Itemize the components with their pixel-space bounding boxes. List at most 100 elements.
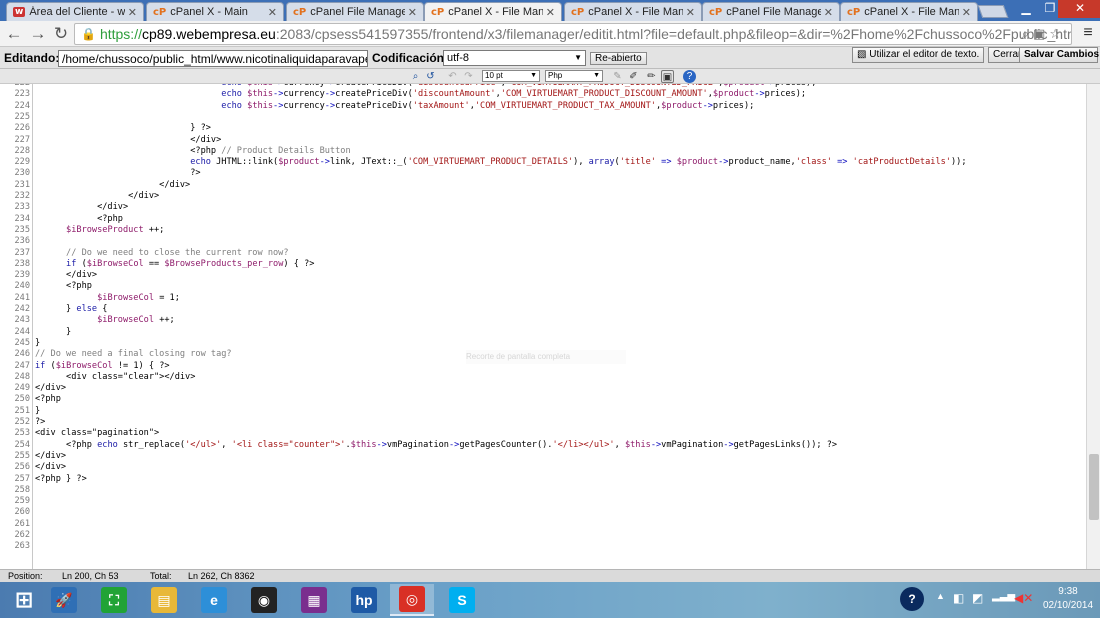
new-tab-button[interactable] [977,5,1009,18]
encoding-label: Codificación: [372,51,449,65]
use-text-editor-button[interactable]: ▧ Utilizar el editor de texto. [852,47,985,63]
code-line[interactable]: 239 </div> [0,270,1085,281]
reopen-button[interactable]: Re-abierto [590,52,647,65]
vertical-scrollbar[interactable] [1086,84,1100,569]
code-line[interactable]: 238 if ($iBrowseCol == $BrowseProducts_p… [0,259,1085,270]
code-line[interactable]: 250 <?php [0,394,1085,405]
wand-icon[interactable]: ✎ [611,70,624,83]
file-path-field[interactable]: /home/chussoco/public_html/www.nicotinal… [58,50,368,67]
code-line[interactable]: 252 ?> [0,417,1085,428]
code-line[interactable]: 231 </div> [0,180,1085,191]
code-line[interactable]: 256 </div> [0,462,1085,473]
browser-tab[interactable]: cPcPanel File Manager v✕ [286,2,424,21]
browser-tab[interactable]: cP cPanel X - Main ✕ [146,2,284,21]
taskbar-ie-button[interactable]: e [192,584,236,616]
volume-muted-icon[interactable]: ◀✕ [1014,591,1033,605]
close-tab-icon[interactable]: ✕ [128,6,137,19]
browser-tab[interactable]: cPcPanel File Manager v✕ [702,2,840,21]
scrollbar-thumb[interactable] [1089,454,1099,520]
code-line[interactable]: 254 <?php echo str_replace('</ul>', '<li… [0,440,1085,451]
code-line[interactable]: 262 [0,530,1085,541]
code-line[interactable]: 228 <?php // Product Details Button [0,146,1085,157]
code-line[interactable]: 261 [0,519,1085,530]
forward-arrow-icon[interactable]: → [28,24,48,44]
highlight-icon[interactable]: ✐ [627,70,640,83]
taskbar-chrome-button[interactable]: ◎ [390,584,434,616]
system-clock[interactable]: 9:38 02/10/2014 [1038,585,1098,613]
close-tab-icon[interactable]: ✕ [408,6,417,19]
code-line[interactable]: 253 <div class="pagination"> [0,428,1085,439]
code-line[interactable]: 258 [0,485,1085,496]
code-line[interactable]: 244 } [0,327,1085,338]
save-changes-button[interactable]: Salvar Cambios [1019,47,1099,63]
address-bar[interactable]: 🔒 https://cp89.webempresa.eu:2083/cpsess… [74,23,1072,45]
fullscreen-icon[interactable]: ▣ [661,70,674,83]
code-line[interactable]: 226 } ?> [0,123,1085,134]
close-tab-icon[interactable]: ✕ [546,6,555,19]
code-line[interactable]: 251} [0,406,1085,417]
close-tab-icon[interactable]: ✕ [824,6,833,19]
code-line[interactable]: 225 [0,112,1085,123]
taskbar-explorer-button[interactable]: ▤ [142,584,186,616]
page-action-icons[interactable]: ⌕▣☆ [1022,26,1065,42]
code-line[interactable]: 233 </div> [0,202,1085,213]
redo-icon[interactable]: ↷ [462,70,475,83]
taskbar-media-button[interactable]: ◉ [242,584,286,616]
browser-tab[interactable]: cPcPanel X - File Manag✕ [840,2,978,21]
close-window-button[interactable]: ✕ [1058,0,1100,18]
search-icon[interactable]: ⌕ [409,70,422,83]
skype-icon: S [449,587,475,613]
chrome-menu-icon[interactable]: ≡ [1078,24,1098,44]
signal-icon[interactable]: ▂▃▅ [992,591,1015,602]
code-editor[interactable]: 222 echo $this->currency->createPriceDiv… [0,84,1100,569]
code-line[interactable]: 245} [0,338,1085,349]
app-tray-icon[interactable]: ◩ [972,591,983,605]
taskbar-store-button[interactable]: ⛶ [92,584,136,616]
browser-tab[interactable]: cPcPanel X - File Manag✕ [424,2,562,21]
code-line[interactable]: 223 echo $this->currency->createPriceDiv… [0,89,1085,100]
goto-line-icon[interactable]: ↺ [424,70,437,83]
code-line[interactable]: 230 ?> [0,168,1085,179]
network-tray-icon[interactable]: ◧ [953,591,964,605]
taskbar-start-button[interactable]: ⊞ [2,584,46,616]
taskbar-rocket-button[interactable]: 🚀 [42,584,86,616]
code-line[interactable]: 232 </div> [0,191,1085,202]
close-tab-icon[interactable]: ✕ [962,6,971,19]
taskbar-skype-button[interactable]: S [440,584,484,616]
help-tray-icon[interactable]: ? [900,587,924,611]
close-tab-icon[interactable]: ✕ [268,6,277,19]
chevron-up-icon[interactable]: ▲ [936,591,945,601]
reset-highlight-icon[interactable]: ✏ [645,70,658,83]
code-line[interactable]: 234 <?php [0,214,1085,225]
taskbar-hp-button[interactable]: hp [342,584,386,616]
code-line[interactable]: 241 $iBrowseCol = 1; [0,293,1085,304]
code-line[interactable]: 224 echo $this->currency->createPriceDiv… [0,101,1085,112]
encoding-select[interactable]: utf-8 ▼ [443,50,586,66]
close-tab-icon[interactable]: ✕ [686,6,695,19]
reload-icon[interactable]: ↻ [51,24,71,44]
code-line[interactable]: 237 // Do we need to close the current r… [0,248,1085,259]
back-arrow-icon[interactable]: ← [4,24,24,44]
code-line[interactable]: 259 [0,496,1085,507]
line-number: 246 [14,349,30,360]
code-line[interactable]: 229 echo JHTML::link($product->link, JTe… [0,157,1085,168]
code-line[interactable]: 255 </div> [0,451,1085,462]
undo-icon[interactable]: ↶ [446,70,459,83]
code-line[interactable]: 257 <?php } ?> [0,474,1085,485]
code-line[interactable]: 249 </div> [0,383,1085,394]
code-line[interactable]: 248 <div class="clear"></div> [0,372,1085,383]
browser-tab[interactable]: cPcPanel X - File Manag✕ [564,2,702,21]
code-line[interactable]: 242 } else { [0,304,1085,315]
syntax-select[interactable]: Php ▼ [545,70,603,82]
code-line[interactable]: 263 [0,541,1085,552]
code-line[interactable]: 243 $iBrowseCol ++; [0,315,1085,326]
taskbar-photos-button[interactable]: ▦ [292,584,336,616]
font-size-select[interactable]: 10 pt ▼ [482,70,540,82]
code-line[interactable]: 235 $iBrowseProduct ++; [0,225,1085,236]
code-line[interactable]: 236 [0,236,1085,247]
browser-tab[interactable]: wÁrea del Cliente - web✕ [6,2,144,21]
help-icon[interactable]: ? [683,70,696,83]
code-line[interactable]: 227 </div> [0,135,1085,146]
code-line[interactable]: 240 <?php [0,281,1085,292]
code-line[interactable]: 260 [0,507,1085,518]
